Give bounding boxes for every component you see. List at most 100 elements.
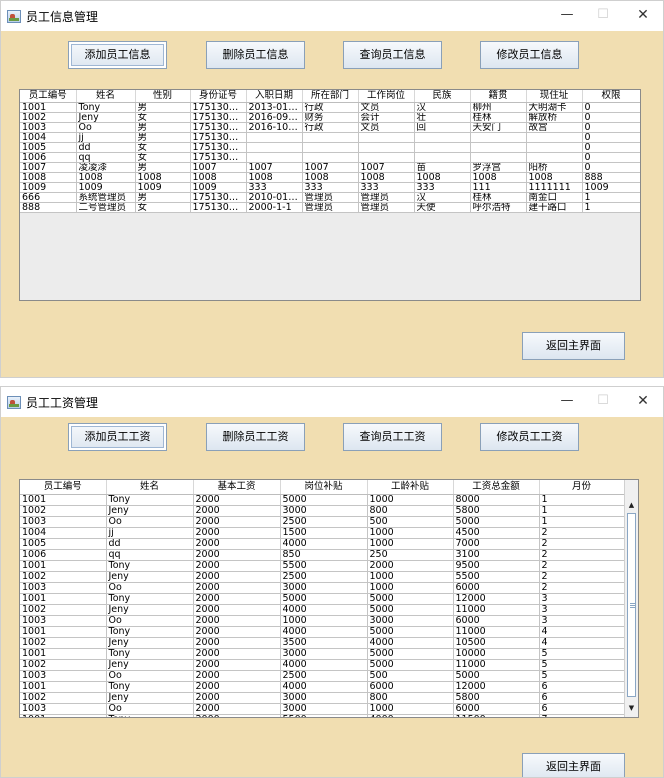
close-button[interactable]: ✕ — [631, 391, 655, 411]
table-row[interactable]: 1001 Tony 2000 4000 5000 11000 4 — [20, 626, 625, 638]
table-cell[interactable]: 1008 — [20, 172, 77, 183]
table-cell[interactable]: 大明湖卡 — [526, 102, 583, 113]
table-cell[interactable]: 11000 — [453, 659, 540, 671]
table-cell[interactable]: 1001 — [20, 494, 107, 506]
table-cell[interactable]: 1009 — [190, 182, 247, 193]
table-cell[interactable]: 3000 — [280, 582, 368, 594]
table-cell[interactable]: 0 — [582, 162, 640, 173]
table-cell[interactable]: Tony — [106, 681, 194, 693]
table-cell[interactable]: 1000 — [367, 571, 454, 583]
table-cell[interactable]: 4000 — [280, 626, 368, 638]
table-cell[interactable]: 1008 — [526, 172, 583, 183]
table-cell[interactable]: 2016-09-09 ... — [246, 112, 303, 123]
table-cell[interactable]: 汉 — [414, 192, 471, 203]
table-row[interactable]: 1006 qq 2000 850 250 3100 2 — [20, 549, 625, 561]
table-cell[interactable]: 系统管理员 — [76, 192, 136, 203]
table-cell[interactable]: 2000 — [193, 505, 281, 517]
table-cell[interactable]: 1008 — [358, 172, 415, 183]
query-employee-button[interactable]: 查询员工信息 — [343, 41, 442, 69]
table-cell[interactable]: 1005 — [20, 538, 107, 550]
table-cell[interactable]: 3 — [539, 604, 625, 616]
table-cell[interactable] — [414, 152, 471, 163]
table-cell[interactable]: 2000 — [193, 494, 281, 506]
table-cell[interactable]: 2000 — [193, 692, 281, 704]
table-cell[interactable]: 2000 — [193, 538, 281, 550]
table-row[interactable]: 1002 Jeny 2000 2500 1000 5500 2 — [20, 571, 625, 583]
table-cell[interactable]: 1003 — [20, 670, 107, 682]
column-header[interactable]: 现住址 — [526, 90, 583, 103]
table-row[interactable]: 1002 Jeny 2000 4000 5000 11000 3 — [20, 604, 625, 616]
column-header[interactable]: 员工编号 — [20, 90, 77, 103]
table-cell[interactable]: 888 — [20, 202, 77, 213]
table-cell[interactable]: 500 — [367, 516, 454, 528]
table-cell[interactable]: 5000 — [367, 659, 454, 671]
table-row[interactable]: 1005 dd 2000 4000 1000 7000 2 — [20, 538, 625, 550]
table-cell[interactable]: 2000 — [193, 593, 281, 605]
table-cell[interactable]: 6 — [539, 703, 625, 715]
table-cell[interactable]: 4000 — [367, 637, 454, 649]
table-cell[interactable]: 333 — [358, 182, 415, 193]
table-cell[interactable]: 1003 — [20, 615, 107, 627]
table-cell[interactable]: 4000 — [280, 604, 368, 616]
table-row[interactable]: 1001 Tony 2000 5000 5000 12000 3 — [20, 593, 625, 605]
table-cell[interactable]: 1007 — [190, 162, 247, 173]
table-cell[interactable]: 男 — [135, 102, 191, 113]
table-cell[interactable]: 柳州 — [470, 102, 527, 113]
table-cell[interactable]: 6 — [539, 692, 625, 704]
minimize-button[interactable]: — — [555, 5, 579, 25]
table-cell[interactable]: 桂林 — [470, 192, 527, 203]
table-cell[interactable]: 1 — [582, 192, 640, 203]
scroll-down-arrow-icon[interactable]: ▼ — [625, 701, 638, 715]
table-row[interactable]: 1001 Tony 2000 4000 6000 12000 6 — [20, 681, 625, 693]
table-cell[interactable]: 2500 — [280, 516, 368, 528]
table-cell[interactable]: 2000 — [193, 648, 281, 660]
column-header[interactable]: 入职日期 — [246, 90, 303, 103]
table-cell[interactable]: 天使 — [414, 202, 471, 213]
table-cell[interactable]: jj — [76, 132, 136, 143]
table-cell[interactable]: 男 — [135, 122, 191, 133]
table-cell[interactable]: dd — [76, 142, 136, 153]
table-cell[interactable]: 5500 — [280, 560, 368, 572]
table-cell[interactable]: 333 — [414, 182, 471, 193]
table-cell[interactable]: 呼尔浩特 — [470, 202, 527, 213]
table-cell[interactable]: 女 — [135, 202, 191, 213]
table-cell[interactable]: 1009 — [20, 182, 77, 193]
table-cell[interactable]: 1003 — [20, 122, 77, 133]
table-row[interactable]: 1001Tony200055004000115007 — [20, 714, 625, 717]
table-cell[interactable]: 1000 — [367, 703, 454, 715]
table-row[interactable]: 1001 Tony 2000 3000 5000 10000 5 — [20, 648, 625, 660]
table-cell[interactable]: 11500 — [453, 714, 540, 717]
table-cell[interactable]: 财务 — [302, 112, 359, 123]
table-cell[interactable]: 5 — [539, 659, 625, 671]
table-cell[interactable]: 2000 — [193, 670, 281, 682]
table-cell[interactable]: 1 — [582, 202, 640, 213]
column-header[interactable]: 基本工资 — [193, 480, 281, 495]
table-cell[interactable]: 5000 — [453, 516, 540, 528]
table-cell[interactable]: 解放桥 — [526, 112, 583, 123]
table-row[interactable]: 1002 Jeny 2000 3000 800 5800 6 — [20, 692, 625, 704]
table-cell[interactable]: qq — [106, 549, 194, 561]
table-cell[interactable]: 2000-1-1 — [246, 202, 303, 213]
table-cell[interactable]: 5800 — [453, 505, 540, 517]
table-cell[interactable]: 阳桥 — [526, 162, 583, 173]
table-cell[interactable]: 7000 — [453, 538, 540, 550]
column-header[interactable]: 身份证号 — [190, 90, 247, 103]
table-cell[interactable]: 1001 — [20, 714, 107, 717]
table-cell[interactable]: 行政 — [302, 122, 359, 133]
table-cell[interactable]: 女 — [135, 112, 191, 123]
table-cell[interactable]: 1000 — [367, 582, 454, 594]
table-cell[interactable]: 2 — [539, 560, 625, 572]
table-cell[interactable]: 2000 — [193, 516, 281, 528]
table-cell[interactable]: 2013-01-03 ... — [246, 102, 303, 113]
column-header[interactable]: 姓名 — [106, 480, 194, 495]
table-cell[interactable]: 2010-01-06 ... — [246, 192, 303, 203]
table-cell[interactable]: 1003 — [20, 582, 107, 594]
table-cell[interactable]: 2 — [539, 571, 625, 583]
table-cell[interactable]: 500 — [367, 670, 454, 682]
table-cell[interactable]: 1001 — [20, 102, 77, 113]
table-cell[interactable]: 2000 — [193, 615, 281, 627]
delete-salary-button[interactable]: 删除员工工资 — [206, 423, 305, 451]
query-salary-button[interactable]: 查询员工工资 — [343, 423, 442, 451]
maximize-button[interactable]: ☐ — [591, 391, 615, 411]
table-cell[interactable]: 行政 — [302, 102, 359, 113]
